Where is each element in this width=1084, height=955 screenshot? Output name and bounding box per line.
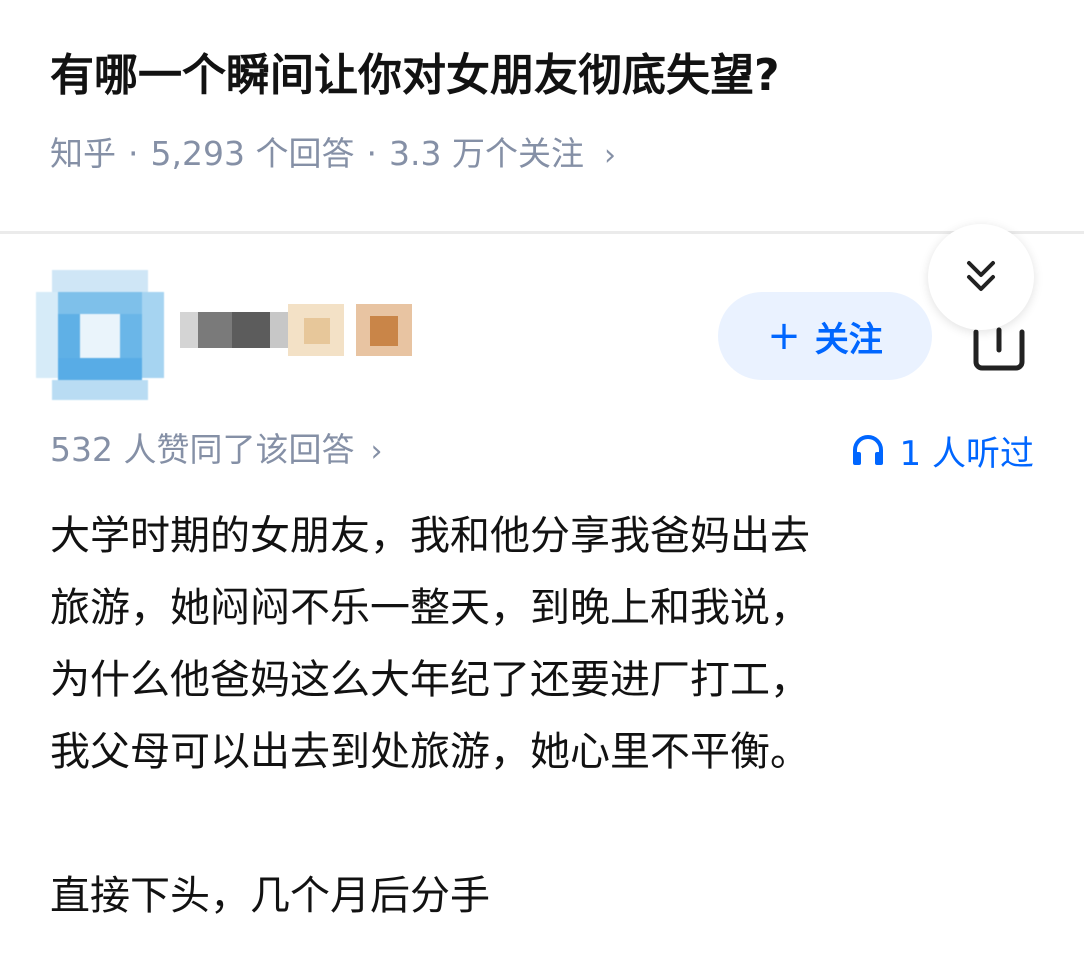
answer-closing: 直接下头，几个月后分手 (50, 873, 490, 919)
chevron-right-icon: › (603, 138, 616, 173)
listen-button[interactable]: 1 人听过 (850, 424, 1034, 476)
avatar[interactable] (36, 270, 164, 400)
divider (0, 231, 1084, 234)
answer-content[interactable]: 大学时期的女朋友，我和他分享我爸妈出去 旅游，她闷闷不乐一整天，到晚上和我说， … (50, 500, 1050, 932)
follower-count: 3.3 万个关注 (388, 134, 584, 173)
source-label: 知乎 (50, 134, 116, 173)
listen-count: 1 人听过 (899, 433, 1034, 474)
plus-icon: + (767, 313, 801, 359)
vote-label: 532 人赞同了该回答 (50, 430, 355, 469)
follow-button[interactable]: + 关注 (718, 292, 932, 380)
collapse-button[interactable] (928, 224, 1034, 330)
answer-line: 旅游，她闷闷不乐一整天，到晚上和我说， (50, 585, 810, 631)
chevron-right-icon: › (370, 434, 383, 469)
answer-count: 5,293 个回答 (150, 134, 355, 173)
meta-separator: · (366, 134, 377, 173)
vote-count[interactable]: 532 人赞同了该回答 › (50, 424, 382, 478)
meta-separator: · (128, 134, 139, 173)
author-row: + 关注 (0, 262, 1084, 412)
answer-line: 我父母可以出去到处旅游，她心里不平衡。 (50, 729, 810, 775)
answer-line: 大学时期的女朋友，我和他分享我爸妈出去 (50, 513, 810, 559)
question-meta[interactable]: 知乎 · 5,293 个回答 · 3.3 万个关注 › (50, 128, 616, 182)
headphones-icon (852, 435, 883, 465)
follow-label: 关注 (814, 319, 883, 360)
question-title[interactable]: 有哪一个瞬间让你对女朋友彻底失望? (50, 40, 1050, 112)
answer-line: 为什么他爸妈这么大年纪了还要进厂打工， (50, 657, 810, 703)
double-chevron-down-icon (967, 261, 995, 291)
